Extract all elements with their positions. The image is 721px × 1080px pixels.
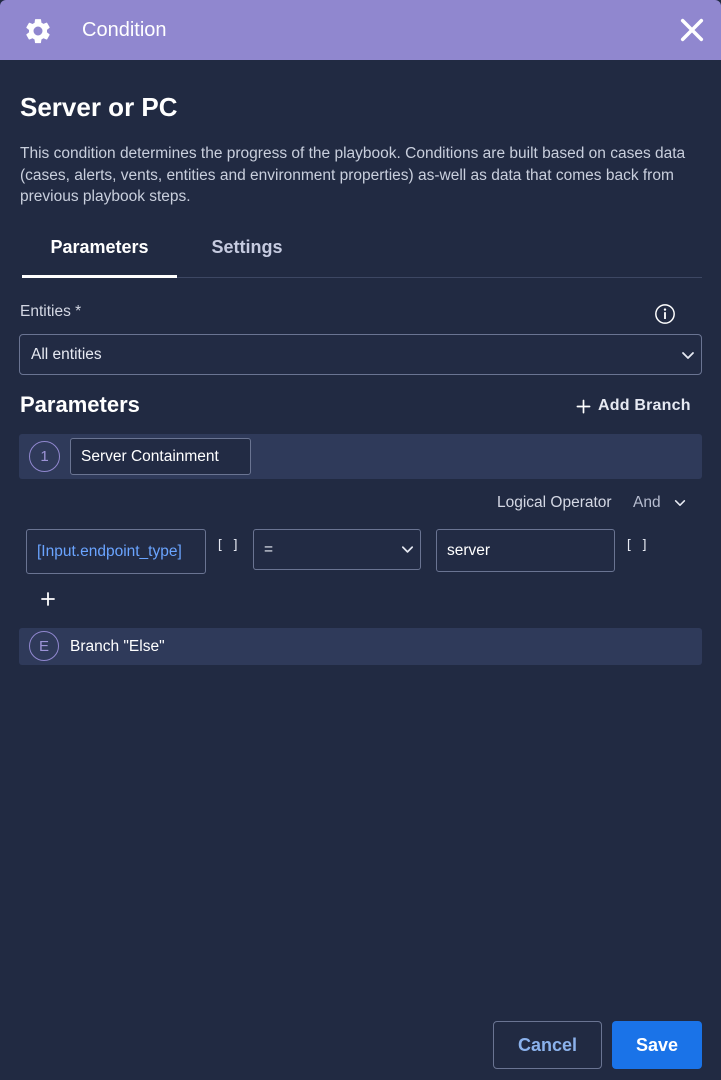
logical-operator-select[interactable]: And: [633, 494, 687, 512]
insert-placeholder-button[interactable]: [ ]: [216, 538, 239, 553]
add-branch-label: Add Branch: [598, 397, 691, 414]
save-button[interactable]: Save: [612, 1021, 702, 1069]
cancel-button[interactable]: Cancel: [493, 1021, 602, 1069]
plus-icon: [576, 399, 591, 413]
chevron-down-icon: [674, 500, 685, 506]
entities-select[interactable]: All entities: [19, 334, 702, 375]
chevron-down-icon: [682, 352, 694, 359]
add-condition-icon[interactable]: [40, 591, 56, 607]
condition-left-operand-input[interactable]: [Input.endpoint_type]: [26, 529, 206, 574]
condition-right-operand-input[interactable]: server: [436, 529, 615, 572]
tab-bar: Parameters Settings: [22, 228, 702, 278]
branch-number-badge: 1: [29, 441, 60, 472]
chevron-down-icon: [401, 546, 414, 553]
logical-operator-value: And: [633, 494, 661, 511]
close-icon[interactable]: [678, 16, 706, 44]
logical-operator-label: Logical Operator: [497, 494, 612, 511]
insert-placeholder-button[interactable]: [ ]: [625, 538, 648, 553]
branch-else-badge: E: [29, 631, 59, 661]
condition-operator-value: =: [264, 541, 274, 558]
page-title: Server or PC: [20, 92, 178, 122]
branch-name-input[interactable]: Server Containment: [70, 438, 251, 475]
condition-description: This condition determines the progress o…: [20, 145, 686, 205]
info-icon[interactable]: [654, 303, 676, 325]
tab-settings[interactable]: Settings: [187, 228, 307, 278]
tab-parameters[interactable]: Parameters: [22, 228, 177, 278]
gear-icon: [26, 19, 50, 44]
condition-operator-select[interactable]: =: [253, 529, 421, 570]
dialog-title: Condition: [82, 19, 167, 41]
else-branch-label: Branch "Else": [70, 638, 165, 655]
branch-row: 1 Server Containment: [19, 434, 702, 479]
add-branch-button[interactable]: Add Branch: [576, 395, 691, 417]
entities-select-value: All entities: [31, 346, 102, 363]
entities-label: Entities *: [20, 303, 82, 320]
dialog-header: Condition: [0, 0, 721, 60]
parameters-heading: Parameters: [20, 392, 140, 417]
else-branch-row[interactable]: E Branch "Else": [19, 628, 702, 665]
